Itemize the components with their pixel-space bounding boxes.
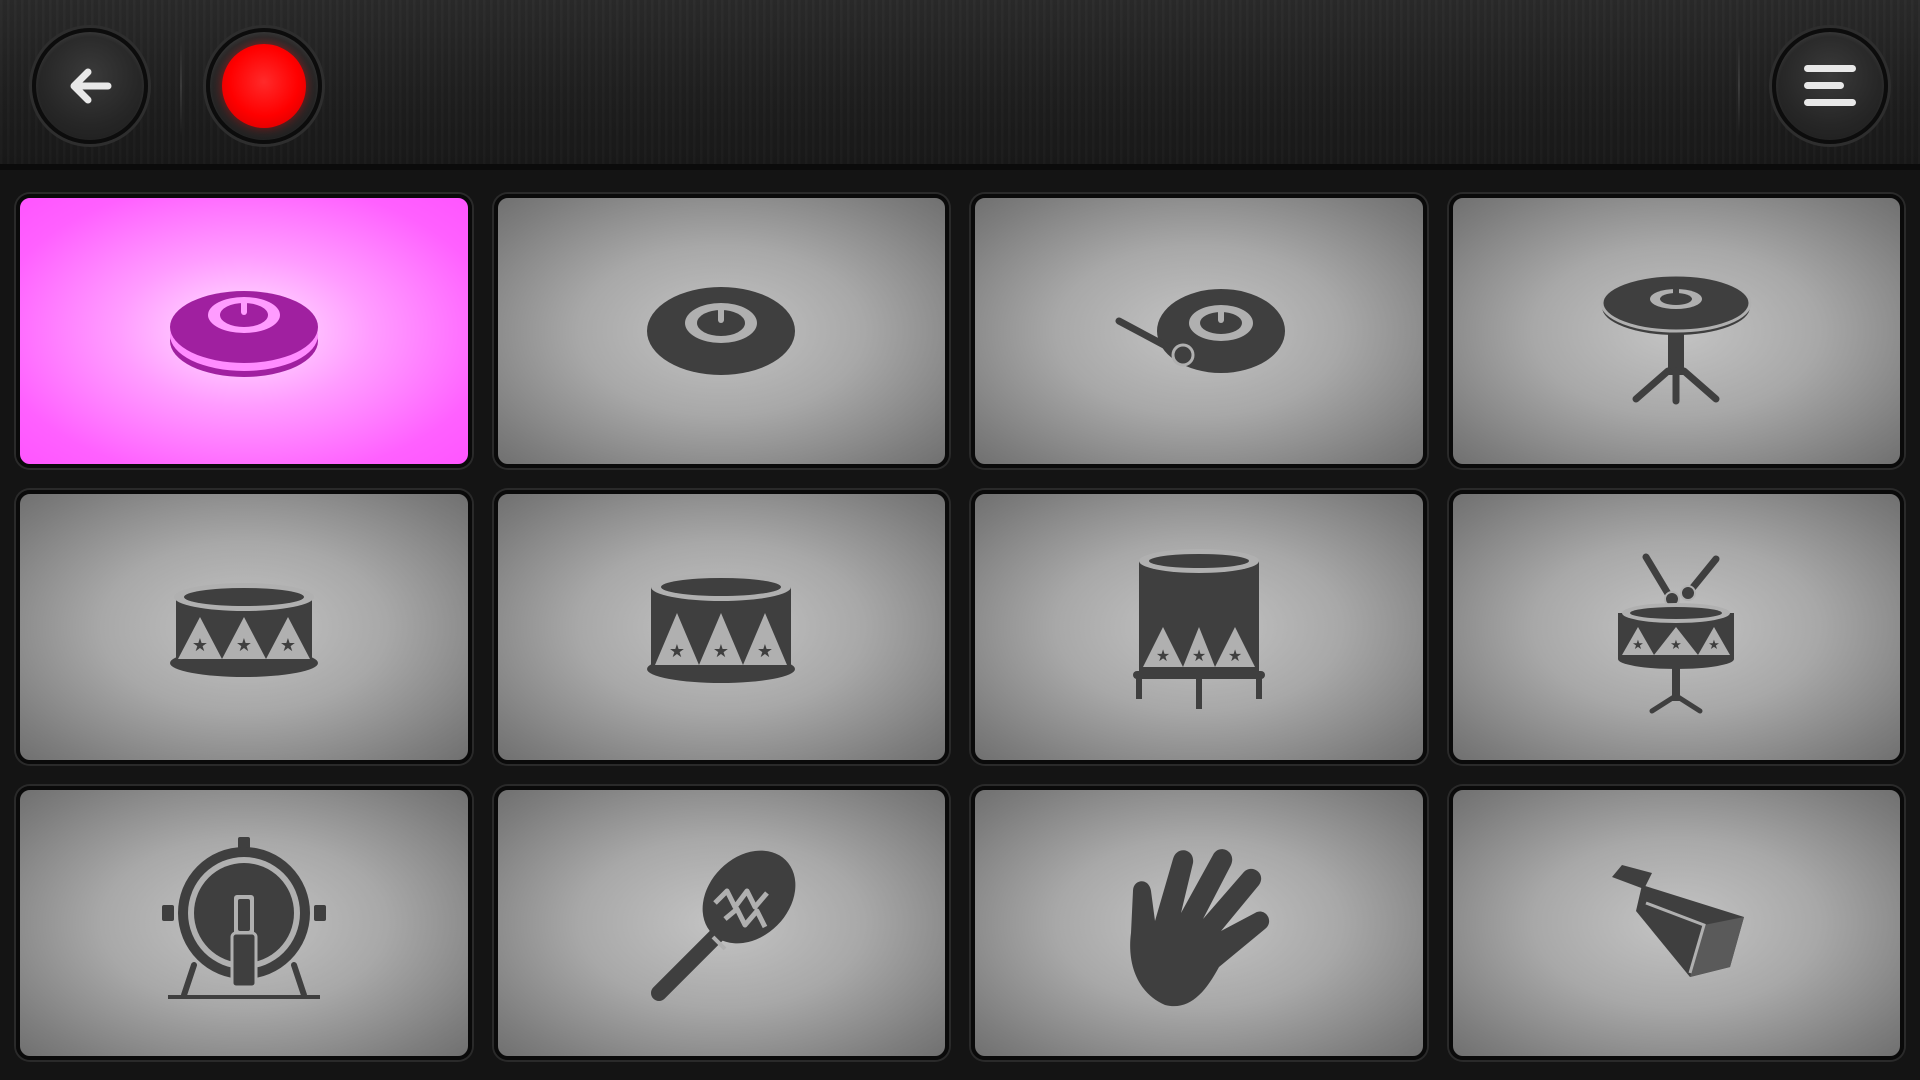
cowbell-icon xyxy=(1612,865,1745,977)
snare-drum-low-icon: ★ ★ ★ xyxy=(169,583,318,677)
pad-floor-tom[interactable]: ★ ★ ★ xyxy=(971,490,1427,764)
svg-text:★: ★ xyxy=(280,635,296,656)
pad-maraca[interactable] xyxy=(493,786,949,1060)
pad-cymbal[interactable] xyxy=(493,194,949,468)
floor-tom-icon: ★ ★ ★ xyxy=(1132,549,1265,709)
pad-cowbell[interactable] xyxy=(1448,786,1904,1060)
pad-stacked-cymbal[interactable] xyxy=(16,194,472,468)
pad-clap[interactable] xyxy=(971,786,1427,1060)
pad-bass-drum[interactable] xyxy=(16,786,472,1060)
back-button[interactable] xyxy=(32,28,148,144)
snare-drum-with-sticks-icon: ★ ★ ★ xyxy=(1618,553,1735,714)
svg-text:★: ★ xyxy=(713,641,729,662)
record-button[interactable] xyxy=(206,28,322,144)
stacked-cymbal-icon xyxy=(169,291,318,377)
hand-clap-icon xyxy=(1129,849,1269,1007)
pad-tom[interactable]: ★ ★ ★ xyxy=(493,490,949,764)
drum-pad-app: ★ ★ ★ ★ ★ ★ ★ ★ ★ ★ ★ ★ xyxy=(0,0,1920,1080)
svg-text:★: ★ xyxy=(669,641,685,662)
tom-drum-icon: ★ ★ ★ xyxy=(647,573,796,683)
cymbal-icon xyxy=(647,287,796,375)
svg-text:★: ★ xyxy=(1156,646,1170,665)
svg-text:★: ★ xyxy=(1228,646,1242,665)
topbar-divider xyxy=(1738,36,1740,136)
pad-hihat[interactable] xyxy=(1448,194,1904,468)
hi-hat-stand-icon xyxy=(1600,273,1752,405)
topbar-divider xyxy=(180,36,182,136)
svg-text:★: ★ xyxy=(192,635,208,656)
menu-button[interactable] xyxy=(1772,28,1888,144)
pad-grid: ★ ★ ★ ★ ★ ★ ★ ★ ★ ★ ★ ★ xyxy=(16,194,1904,1060)
svg-text:★: ★ xyxy=(236,635,252,656)
svg-text:★: ★ xyxy=(1708,638,1720,653)
pad-cymbal-stick[interactable] xyxy=(971,194,1427,468)
svg-text:★: ★ xyxy=(757,641,773,662)
record-dot-icon xyxy=(222,44,306,128)
top-bar xyxy=(0,0,1920,170)
pad-snare-low[interactable]: ★ ★ ★ xyxy=(16,490,472,764)
bass-drum-pedal-icon xyxy=(161,837,326,999)
arrow-left-icon xyxy=(70,68,112,104)
svg-text:★: ★ xyxy=(1192,646,1206,665)
maraca-icon xyxy=(651,850,796,1001)
cymbal-with-stick-icon xyxy=(1115,289,1285,373)
svg-text:★: ★ xyxy=(1670,638,1682,653)
svg-text:★: ★ xyxy=(1632,638,1644,653)
pad-snare-sticks[interactable]: ★ ★ ★ xyxy=(1448,490,1904,764)
hamburger-menu-icon xyxy=(1804,65,1856,106)
